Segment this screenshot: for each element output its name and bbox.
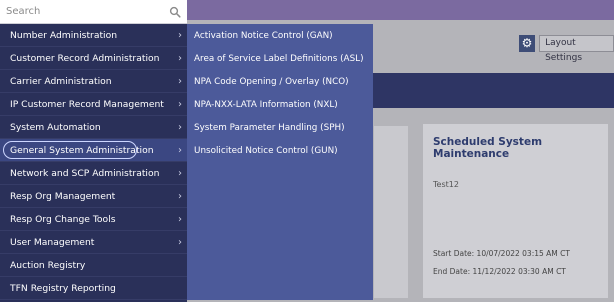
menu-item-number-administration[interactable]: Number Administration ›: [0, 24, 187, 47]
card-dates: Start Date: 10/07/2022 03:15 AM CT End D…: [433, 245, 570, 281]
end-date: End Date: 11/12/2022 03:30 AM CT: [433, 267, 566, 276]
general-system-administration-submenu: Activation Notice Control (GAN) Area of …: [187, 24, 373, 300]
menu-item-label: Number Administration: [10, 29, 118, 41]
menu-item-label: User Management: [10, 236, 95, 248]
submenu-item-nco[interactable]: NPA Code Opening / Overlay (NCO): [187, 70, 373, 93]
dashboard-banner: [372, 73, 614, 108]
search-icon[interactable]: [169, 6, 181, 18]
active-item-highlight: [3, 141, 137, 159]
chevron-right-icon: ›: [178, 236, 182, 248]
menu-item-customer-record-administration[interactable]: Customer Record Administration ›: [0, 47, 187, 70]
menu-item-label: Resp Org Management: [10, 190, 116, 202]
menu-item-network-and-scp-administration[interactable]: Network and SCP Administration ›: [0, 162, 187, 185]
menu-item-auction-registry[interactable]: Auction Registry: [0, 254, 187, 277]
dashboard-card-partial: [374, 126, 408, 298]
menu-item-label: TFN Registry Reporting: [10, 282, 116, 294]
submenu-item-nxl[interactable]: NPA-NXX-LATA Information (NXL): [187, 93, 373, 116]
search-input[interactable]: [6, 6, 169, 17]
maintenance-card: Scheduled System Maintenance Test12 Star…: [423, 124, 608, 298]
chevron-right-icon: ›: [178, 75, 182, 87]
chevron-right-icon: ›: [178, 190, 182, 202]
submenu-item-asl[interactable]: Area of Service Label Definitions (ASL): [187, 47, 373, 70]
card-text: Test12: [433, 180, 459, 189]
chevron-right-icon: ›: [178, 167, 182, 179]
menu-item-tfn-registry-reporting[interactable]: TFN Registry Reporting: [0, 277, 187, 300]
menu-item-system-automation[interactable]: System Automation ›: [0, 116, 187, 139]
gear-icon[interactable]: ⚙: [519, 35, 536, 52]
menu-item-label: Network and SCP Administration: [10, 167, 160, 179]
menu-item-label: Auction Registry: [10, 259, 86, 271]
menu-item-label: IP Customer Record Management: [10, 98, 164, 110]
start-date: Start Date: 10/07/2022 03:15 AM CT: [433, 249, 570, 258]
menu-item-resp-org-management[interactable]: Resp Org Management ›: [0, 185, 187, 208]
menu-item-user-management[interactable]: User Management ›: [0, 231, 187, 254]
chevron-right-icon: ›: [178, 29, 182, 41]
card-title: Scheduled System Maintenance: [433, 136, 543, 160]
main-menu: Number Administration › Customer Record …: [0, 24, 187, 302]
chevron-right-icon: ›: [178, 98, 182, 110]
menu-item-general-system-administration[interactable]: General System Administration ›: [0, 139, 187, 162]
chevron-right-icon: ›: [178, 52, 182, 64]
submenu-item-gun[interactable]: Unsolicited Notice Control (GUN): [187, 139, 373, 162]
menu-item-carrier-administration[interactable]: Carrier Administration ›: [0, 70, 187, 93]
submenu-item-sph[interactable]: System Parameter Handling (SPH): [187, 116, 373, 139]
layout-settings-control[interactable]: ⚙ Layout Settings: [519, 35, 614, 63]
layout-settings-button[interactable]: Layout Settings: [539, 35, 614, 63]
menu-search: [0, 0, 187, 24]
chevron-right-icon: ›: [178, 144, 182, 156]
menu-item-resp-org-change-tools[interactable]: Resp Org Change Tools ›: [0, 208, 187, 231]
chevron-right-icon: ›: [178, 121, 182, 133]
menu-item-label: Resp Org Change Tools: [10, 213, 116, 225]
menu-item-label: Customer Record Administration: [10, 52, 160, 64]
chevron-right-icon: ›: [178, 213, 182, 225]
submenu-item-gan[interactable]: Activation Notice Control (GAN): [187, 24, 373, 47]
menu-item-label: Carrier Administration: [10, 75, 112, 87]
menu-item-ip-customer-record-management[interactable]: IP Customer Record Management ›: [0, 93, 187, 116]
menu-item-label: System Automation: [10, 121, 101, 133]
